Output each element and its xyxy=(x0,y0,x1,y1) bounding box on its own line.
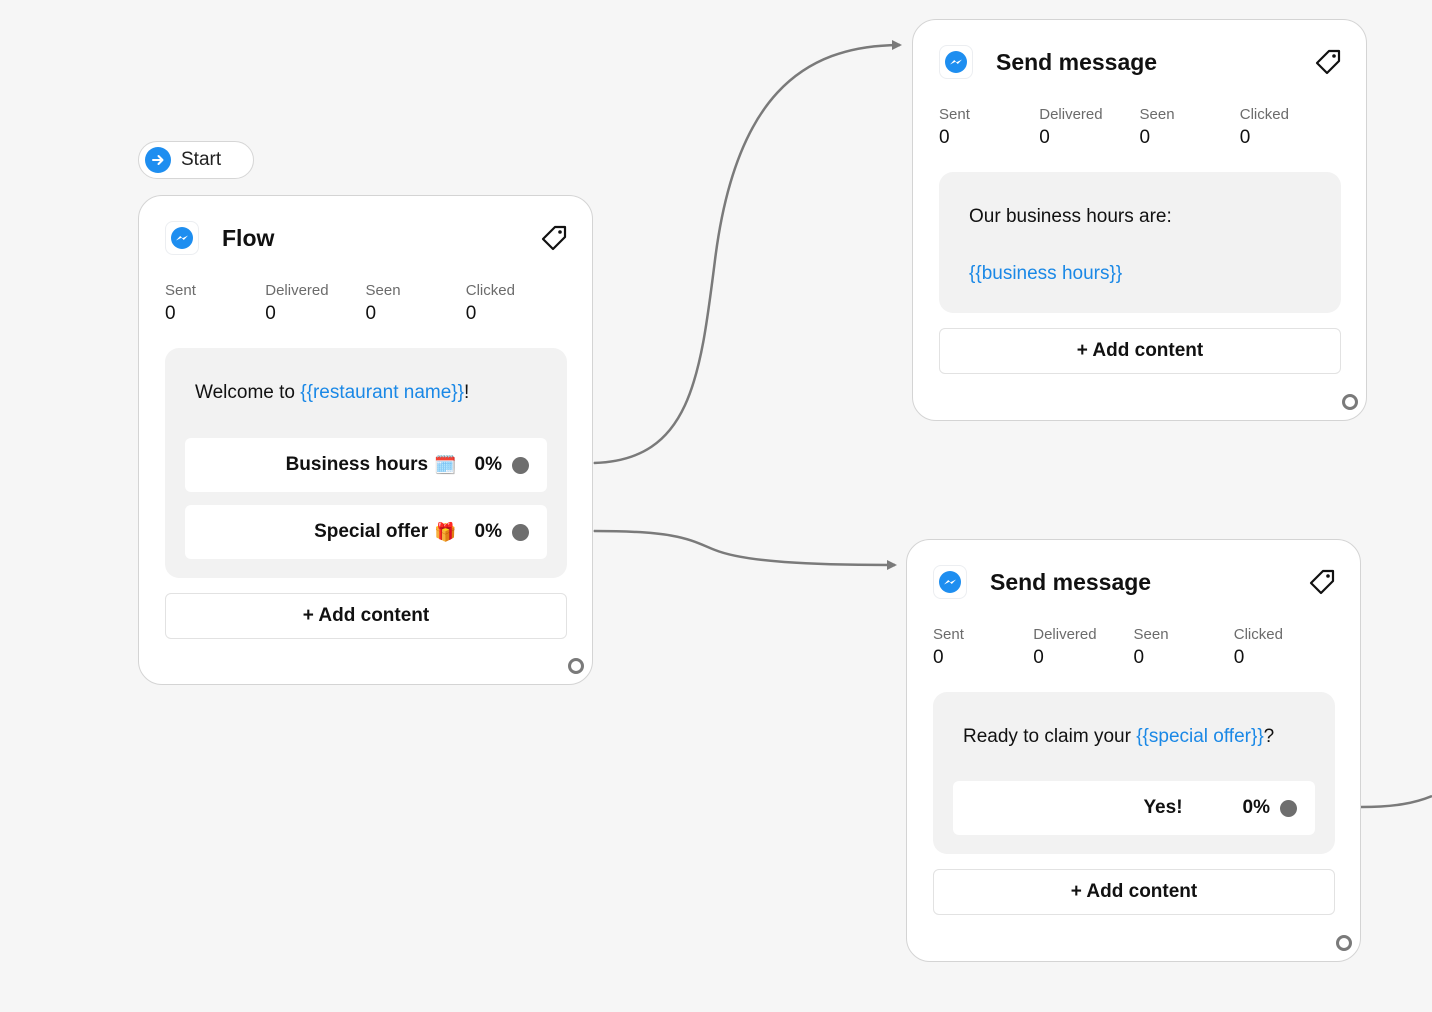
message-text: Ready to claim your {{special offer}}? xyxy=(963,726,1275,747)
add-content-button[interactable]: + Add content xyxy=(939,328,1341,374)
variable-special-offer: {{special offer}} xyxy=(1136,726,1264,747)
tag-icon[interactable] xyxy=(1314,48,1342,76)
card-header: Send message xyxy=(933,564,1336,600)
stat-clicked: Clicked 0 xyxy=(1239,106,1289,148)
variable-restaurant-name: {{restaurant name}} xyxy=(300,382,464,403)
messenger-icon xyxy=(939,45,973,79)
gift-icon: 🎁 xyxy=(434,521,457,542)
send-message-card-special-offer[interactable]: Send message Sent 0 Delivered 0 Seen 0 Clic… xyxy=(906,539,1361,962)
stat-delivered: Delivered 0 xyxy=(265,282,329,324)
stat-seen: Seen 0 xyxy=(365,282,401,324)
stats-row: Sent 0 Delivered 0 Seen 0 Clicked 0 xyxy=(165,282,566,326)
variable-business-hours: {{business hours}} xyxy=(969,263,1123,284)
start-label: Start xyxy=(181,149,222,170)
quick-reply-yes[interactable]: Yes! 0% xyxy=(953,781,1315,835)
card-title: Flow xyxy=(222,224,275,251)
arrow-right-circle-icon xyxy=(145,147,171,173)
card-header: Flow xyxy=(165,220,568,256)
button-percent: 0% xyxy=(1242,797,1270,818)
connector-yes xyxy=(1360,794,1432,809)
stat-seen: Seen 0 xyxy=(1133,626,1169,668)
message-text: Our business hours are: xyxy=(969,206,1172,227)
stat-sent: Sent 0 xyxy=(939,106,970,148)
quick-reply-special-offer[interactable]: Special offer 🎁 0% xyxy=(185,505,547,559)
connector-business-hours-line xyxy=(593,40,902,465)
stat-delivered: Delivered 0 xyxy=(1039,106,1103,148)
flow-card[interactable]: Flow Sent 0 Delivered 0 Seen 0 Clicked 0 Wel… xyxy=(138,195,593,685)
card-header: Send message xyxy=(939,44,1342,80)
connector-special-offer xyxy=(593,529,897,570)
output-handle-icon[interactable] xyxy=(568,658,584,674)
send-message-card-business-hours[interactable]: Send message Sent 0 Delivered 0 Seen 0 Clic… xyxy=(912,19,1367,421)
message-box[interactable]: Ready to claim your {{special offer}}? Y… xyxy=(933,692,1335,854)
card-title: Send message xyxy=(996,48,1158,75)
stat-sent: Sent 0 xyxy=(165,282,196,324)
connector-business-hours xyxy=(566,44,901,464)
quick-reply-business-hours[interactable]: Business hours 🗓️ 0% xyxy=(185,438,547,492)
message-box[interactable]: Welcome to {{restaurant name}}! Business… xyxy=(165,348,567,578)
tag-icon[interactable] xyxy=(540,224,568,252)
messenger-icon xyxy=(933,565,967,599)
calendar-icon: 🗓️ xyxy=(434,454,457,475)
button-output-handle[interactable] xyxy=(512,456,529,474)
add-content-button[interactable]: + Add content xyxy=(165,593,567,639)
start-node[interactable]: Start xyxy=(138,141,254,179)
tag-icon[interactable] xyxy=(1308,568,1336,596)
stat-clicked: Clicked 0 xyxy=(1233,626,1283,668)
button-percent: 0% xyxy=(474,454,502,475)
button-output-handle[interactable] xyxy=(512,523,529,541)
output-handle-icon[interactable] xyxy=(1342,394,1358,410)
message-box[interactable]: Our business hours are: {{business hours… xyxy=(939,172,1341,313)
stat-sent: Sent 0 xyxy=(933,626,964,668)
button-percent: 0% xyxy=(474,521,502,542)
card-title: Send message xyxy=(990,568,1152,595)
output-handle-icon[interactable] xyxy=(1336,935,1352,951)
stats-row: Sent 0 Delivered 0 Seen 0 Clicked 0 xyxy=(939,106,1340,150)
stats-row: Sent 0 Delivered 0 Seen 0 Clicked 0 xyxy=(933,626,1334,670)
add-content-button[interactable]: + Add content xyxy=(933,869,1335,915)
stat-delivered: Delivered 0 xyxy=(1033,626,1097,668)
stat-clicked: Clicked 0 xyxy=(465,282,515,324)
stat-seen: Seen 0 xyxy=(1139,106,1175,148)
message-text: Welcome to {{restaurant name}}! xyxy=(195,382,470,403)
messenger-icon xyxy=(165,221,199,255)
button-output-handle[interactable] xyxy=(1280,799,1297,817)
